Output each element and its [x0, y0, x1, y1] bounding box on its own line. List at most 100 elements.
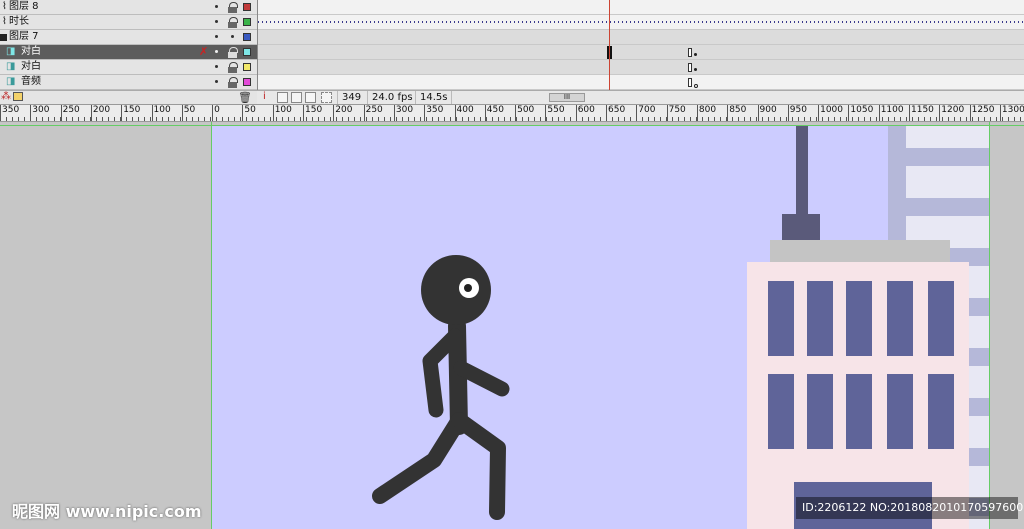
- edit-multiple-frames-icon[interactable]: [305, 92, 316, 103]
- layer-color-swatch[interactable]: [243, 63, 251, 71]
- layer-color-swatch[interactable]: [243, 78, 251, 86]
- layer-color-swatch[interactable]: [243, 3, 251, 11]
- layer-color-swatch[interactable]: [243, 18, 251, 26]
- ruler-minor-tick: [192, 117, 193, 121]
- ruler-label: 750: [666, 105, 686, 121]
- ruler-label: 350: [0, 105, 19, 121]
- horizontal-scroll-thumb[interactable]: III: [549, 93, 585, 102]
- visibility-dot-icon[interactable]: [215, 65, 218, 68]
- frame-rate[interactable]: 24.0 fps: [367, 91, 417, 104]
- ruler-minor-tick: [600, 117, 601, 121]
- ruler-minor-tick: [348, 117, 349, 121]
- ruler-minor-tick: [336, 117, 337, 121]
- ruler-minor-tick: [918, 117, 919, 121]
- keyframe-end[interactable]: [688, 48, 692, 57]
- ruler-minor-tick: [480, 117, 481, 121]
- ruler-minor-tick: [1014, 117, 1015, 121]
- trash-icon[interactable]: 🗑: [238, 91, 252, 104]
- layer-row-selected[interactable]: ◨ 对白 ✗: [0, 45, 257, 60]
- ruler-minor-tick: [564, 117, 565, 121]
- ruler-minor-tick: [582, 117, 583, 121]
- layer-row[interactable]: 图层 7: [0, 30, 257, 45]
- ruler-minor-tick: [978, 117, 979, 121]
- keyframe-end[interactable]: [688, 78, 692, 87]
- visibility-dot-icon[interactable]: [215, 5, 218, 8]
- ruler-minor-tick: [756, 117, 757, 121]
- visibility-dot-icon[interactable]: [215, 35, 218, 38]
- ruler-minor-tick: [906, 117, 907, 121]
- ruler-minor-tick: [240, 117, 241, 121]
- ruler-minor-tick: [228, 117, 229, 121]
- frame-row-audio[interactable]: [258, 15, 1024, 30]
- ruler-minor-tick: [186, 117, 187, 121]
- stage-area[interactable]: 昵图网 www.nipic.com ID:2206122 NO:20180820…: [0, 122, 1024, 529]
- ruler-minor-tick: [780, 117, 781, 121]
- onion-outline-icon[interactable]: [291, 92, 302, 103]
- ruler-minor-tick: [570, 117, 571, 121]
- keyframe-dot[interactable]: [694, 53, 697, 56]
- layer-row[interactable]: ⌇ 图层 8: [0, 0, 257, 15]
- ruler-minor-tick: [630, 117, 631, 121]
- keyframe-dot[interactable]: [694, 68, 697, 71]
- ruler-minor-tick: [876, 117, 877, 121]
- ruler-minor-tick: [1002, 117, 1003, 121]
- ruler-minor-tick: [894, 117, 895, 121]
- visibility-dot-icon[interactable]: [215, 50, 218, 53]
- stage-canvas[interactable]: [212, 126, 989, 529]
- frame-row[interactable]: [258, 45, 1024, 60]
- ruler-minor-tick: [966, 117, 967, 121]
- timeline-toolbar: ⅰ 349 24.0 fps 14.5s III: [257, 90, 1024, 105]
- add-layer-icon[interactable]: ⁂: [1, 91, 11, 102]
- layer-name: 图层 8: [9, 1, 39, 12]
- layer-row[interactable]: ◨ 对白: [0, 60, 257, 75]
- ruler-minor-tick: [450, 117, 451, 121]
- frame-row[interactable]: [258, 0, 1024, 15]
- layer-row[interactable]: ⌇ 时长: [0, 15, 257, 30]
- layer-color-swatch[interactable]: [243, 48, 251, 56]
- keyframe-dot-empty[interactable]: [694, 84, 698, 88]
- ruler-minor-tick: [798, 117, 799, 121]
- ruler-minor-tick: [750, 117, 751, 121]
- ruler-minor-tick: [36, 117, 37, 121]
- layer-row[interactable]: ◨ 音频: [0, 75, 257, 90]
- ruler-minor-tick: [330, 117, 331, 121]
- ruler-minor-tick: [786, 117, 787, 121]
- center-frame-icon[interactable]: ⅰ: [263, 91, 266, 102]
- frame-row[interactable]: [258, 75, 1024, 90]
- layer-name: 时长: [9, 16, 29, 27]
- lock-dot-icon[interactable]: [231, 35, 234, 38]
- layer-panel: ⌇ 图层 8 ⌇ 时长 图层 7 ◨ 对白 ✗ ◨ 对白 ◨ 音频: [0, 0, 257, 90]
- add-folder-icon[interactable]: [13, 92, 23, 101]
- ruler-minor-tick: [510, 117, 511, 121]
- ruler-minor-tick: [912, 117, 913, 121]
- frame-row[interactable]: [258, 60, 1024, 75]
- playhead-line[interactable]: [609, 0, 610, 104]
- ruler-minor-tick: [174, 117, 175, 121]
- ruler-minor-tick: [294, 117, 295, 121]
- ruler-minor-tick: [324, 117, 325, 121]
- ruler-minor-tick: [72, 117, 73, 121]
- modify-onion-markers-icon[interactable]: [321, 92, 332, 103]
- layer-color-swatch[interactable]: [243, 33, 251, 41]
- ruler-minor-tick: [126, 117, 127, 121]
- ruler-label: 600: [575, 105, 595, 121]
- visibility-dot-icon[interactable]: [215, 80, 218, 83]
- ruler-minor-tick: [246, 117, 247, 121]
- visibility-dot-icon[interactable]: [215, 20, 218, 23]
- horizontal-ruler: 350 300 250 200 150 100 50 0 50 100 150 200 250 300 35…: [0, 104, 1024, 122]
- timeline-frames[interactable]: [257, 0, 1024, 104]
- onion-skin-icon[interactable]: [277, 92, 288, 103]
- stage-guide-right: [989, 122, 990, 529]
- keyframe-end[interactable]: [688, 63, 692, 72]
- ruler-minor-tick: [936, 117, 937, 121]
- ruler-minor-tick: [804, 117, 805, 121]
- ruler-minor-tick: [300, 117, 301, 121]
- ruler-minor-tick: [678, 117, 679, 121]
- ruler-minor-tick: [168, 117, 169, 121]
- frame-row[interactable]: [258, 30, 1024, 45]
- ruler-minor-tick: [702, 117, 703, 121]
- sound-layer-icon: ◨: [6, 76, 16, 87]
- ruler-minor-tick: [552, 117, 553, 121]
- ruler-minor-tick: [498, 117, 499, 121]
- stage-guide-top: [0, 125, 1024, 126]
